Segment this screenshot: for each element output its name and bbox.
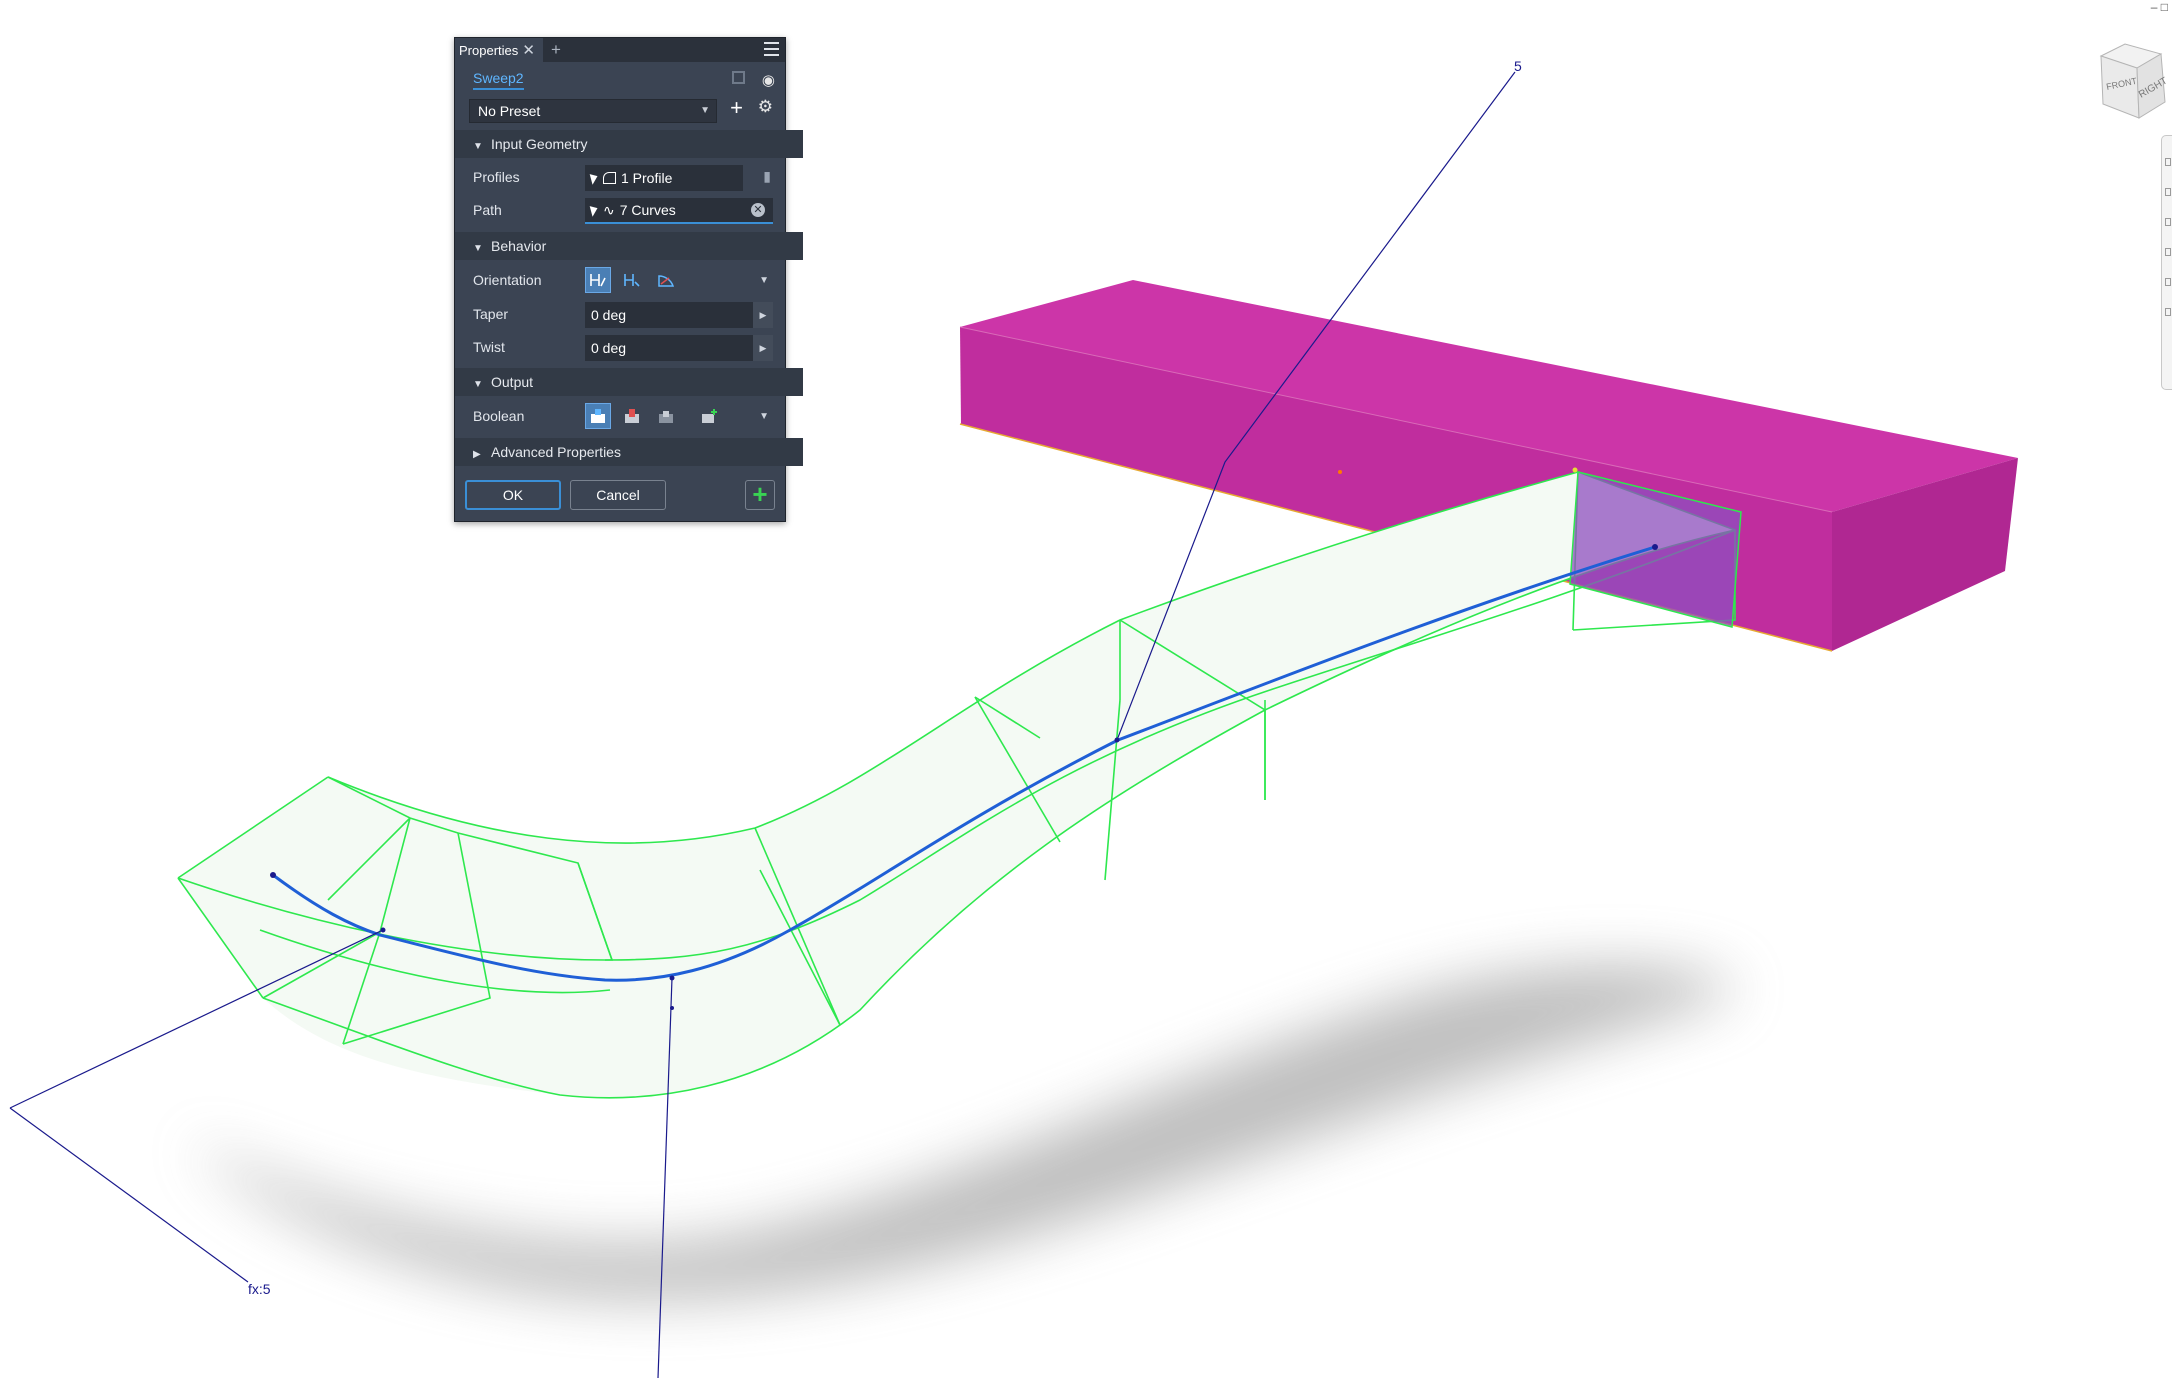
preset-row: No Preset ▼ + ⚙ — [455, 94, 785, 128]
feature-name-row: Sweep2 ◉ — [455, 62, 785, 94]
preset-dropdown[interactable]: No Preset ▼ — [469, 99, 717, 123]
expand-triangle-icon: ▶ — [473, 449, 481, 460]
orientation-row: Orientation ▼ — [455, 264, 785, 298]
twist-spin-icon[interactable]: ▶ — [753, 335, 773, 361]
navigation-bar[interactable] — [2161, 135, 2172, 390]
boolean-new-body-icon[interactable] — [697, 403, 723, 429]
tab-properties[interactable]: Properties ✕ — [455, 38, 543, 62]
section-behavior-label: Behavior — [491, 238, 547, 254]
curve-icon: ∿ — [603, 202, 615, 218]
clear-icon[interactable]: ✕ — [751, 203, 765, 217]
section-behavior[interactable]: ▼ Behavior — [455, 232, 803, 260]
select-cursor-icon — [589, 203, 600, 217]
taper-spin-icon[interactable]: ▶ — [753, 302, 773, 328]
section-advanced-properties[interactable]: ▶ Advanced Properties — [455, 438, 803, 466]
profile-icon — [603, 172, 616, 184]
path-label: Path — [473, 202, 502, 218]
profiles-value: 1 Profile — [621, 170, 673, 186]
hamburger-menu-icon[interactable] — [764, 42, 779, 56]
twist-row: Twist 0 deg ▶ — [455, 333, 785, 365]
path-value: 7 Curves — [619, 202, 676, 218]
nav-tool-icon[interactable] — [2165, 158, 2171, 166]
panel-header: Properties ✕ + — [455, 38, 785, 62]
dialog-buttons: OK Cancel + — [455, 473, 785, 521]
taper-label: Taper — [473, 306, 509, 322]
section-output-label: Output — [491, 374, 534, 390]
dimension-label-top[interactable]: 5 — [1514, 58, 1522, 74]
path-row: Path ∿ 7 Curves ✕ — [455, 196, 785, 228]
orientation-path-icon[interactable] — [585, 267, 611, 293]
profiles-label: Profiles — [473, 169, 520, 185]
window-controls[interactable]: – □ — [2151, 0, 2168, 14]
nav-tool-icon[interactable] — [2165, 308, 2171, 316]
path-start-point[interactable] — [270, 872, 276, 878]
ok-button[interactable]: OK — [465, 480, 561, 510]
path-end-point[interactable] — [1652, 544, 1658, 550]
nav-tool-icon[interactable] — [2165, 188, 2171, 196]
boolean-row: Boolean ▼ — [455, 400, 785, 434]
collapse-triangle-icon: ▼ — [473, 379, 483, 390]
view-cube-icon[interactable]: FRONT RIGHT — [2095, 38, 2169, 126]
collapse-triangle-icon: ▼ — [473, 243, 483, 254]
collapse-triangle-icon: ▼ — [473, 141, 483, 152]
preset-value: No Preset — [478, 103, 541, 119]
chevron-down-icon[interactable]: ▼ — [759, 411, 769, 422]
eye-icon[interactable]: ◉ — [762, 71, 775, 89]
twist-input[interactable]: 0 deg ▶ — [585, 335, 773, 361]
copy-icon[interactable] — [732, 71, 745, 84]
nav-tool-icon[interactable] — [2165, 278, 2171, 286]
close-icon[interactable]: ✕ — [522, 41, 535, 59]
section-input-geometry-label: Input Geometry — [491, 136, 588, 152]
path-selector[interactable]: ∿ 7 Curves ✕ — [585, 198, 773, 224]
profile-select-mode-icon[interactable]: ▮ — [763, 168, 771, 185]
tab-properties-label: Properties — [459, 42, 519, 58]
orientation-fixed-icon[interactable] — [619, 267, 645, 293]
select-cursor-icon — [589, 171, 600, 185]
section-input-geometry[interactable]: ▼ Input Geometry — [455, 130, 803, 158]
section-advanced-label: Advanced Properties — [491, 444, 621, 460]
twist-value: 0 deg — [591, 340, 627, 356]
add-tab-icon[interactable]: + — [551, 40, 561, 60]
twist-label: Twist — [473, 339, 505, 355]
boolean-intersect-icon[interactable] — [653, 403, 679, 429]
boolean-label: Boolean — [473, 408, 525, 424]
boolean-cut-icon[interactable] — [619, 403, 645, 429]
orientation-guide-icon[interactable] — [653, 267, 679, 293]
nav-tool-icon[interactable] — [2165, 248, 2171, 256]
apply-button[interactable]: + — [745, 480, 775, 510]
nav-tool-icon[interactable] — [2165, 218, 2171, 226]
orientation-label: Orientation — [473, 272, 542, 288]
taper-input[interactable]: 0 deg ▶ — [585, 302, 773, 328]
profiles-row: Profiles 1 Profile ▮ — [455, 162, 785, 194]
add-preset-button[interactable]: + — [730, 96, 743, 120]
chevron-down-icon[interactable]: ▼ — [759, 275, 769, 286]
taper-row: Taper 0 deg ▶ — [455, 300, 785, 332]
cancel-button[interactable]: Cancel — [570, 480, 666, 510]
settings-gear-icon[interactable]: ⚙ — [758, 97, 773, 117]
properties-panel: Properties ✕ + Sweep2 ◉ No Preset ▼ + ⚙ … — [454, 37, 803, 522]
section-output[interactable]: ▼ Output — [455, 368, 803, 396]
taper-value: 0 deg — [591, 307, 627, 323]
chevron-down-icon: ▼ — [700, 105, 710, 116]
profiles-selector[interactable]: 1 Profile — [585, 165, 743, 191]
graphics-viewport[interactable]: 5 fx:5 — [0, 0, 2172, 1378]
dimension-label-left[interactable]: fx:5 — [248, 1281, 271, 1297]
boolean-join-icon[interactable] — [585, 403, 611, 429]
feature-name[interactable]: Sweep2 — [473, 70, 524, 90]
